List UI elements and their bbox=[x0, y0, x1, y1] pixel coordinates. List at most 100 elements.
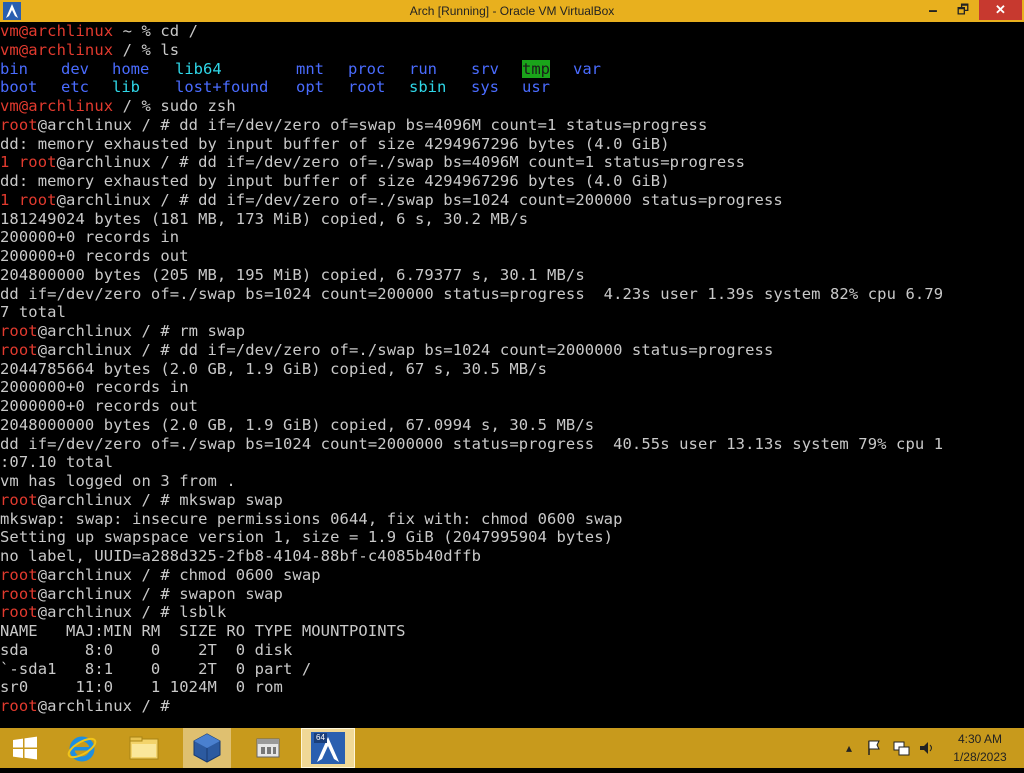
restore-button[interactable]: 🗗 bbox=[950, 0, 976, 20]
command-text: ~ % cd / bbox=[113, 22, 199, 40]
prompt-user: root bbox=[0, 603, 38, 622]
arch-64-badge: 64 bbox=[314, 733, 327, 743]
clock-date: 1/28/2023 bbox=[953, 750, 1007, 764]
dir-entry: sys bbox=[471, 78, 499, 97]
prompt-user: root bbox=[0, 115, 38, 134]
command-text: @archlinux / # dd if=/dev/zero of=./swap… bbox=[37, 340, 774, 359]
network-button[interactable] bbox=[893, 738, 911, 758]
dir-entry: lib64 bbox=[175, 59, 222, 78]
dir-entry: bin bbox=[0, 59, 28, 78]
prompt-user: vm@archlinux bbox=[0, 22, 114, 40]
terminal-line: vm@archlinux / % ls bbox=[0, 41, 1024, 60]
command-input[interactable]: @archlinux / # bbox=[38, 697, 179, 715]
window-titlebar[interactable]: Arch [Running] - Oracle VM VirtualBox 🗕 … bbox=[0, 0, 1024, 22]
output-line: 200000+0 records out bbox=[0, 247, 189, 265]
file-explorer-icon bbox=[129, 736, 159, 760]
output-line: sda 8:0 0 2T 0 disk bbox=[0, 640, 293, 659]
action-center-flag-icon bbox=[868, 740, 880, 755]
dir-entry: lost+found bbox=[175, 78, 269, 97]
dir-entry: boot bbox=[0, 78, 38, 97]
prompt-user: root bbox=[0, 565, 38, 584]
dir-entry-highlighted: tmp bbox=[522, 59, 550, 79]
close-icon: ✕ bbox=[995, 2, 1006, 17]
command-text: @archlinux / # dd if=/dev/zero of=./swap… bbox=[56, 190, 783, 209]
close-button[interactable]: ✕ bbox=[979, 0, 1022, 20]
system-clock[interactable]: 4:30 AM 1/28/2023 bbox=[944, 730, 1016, 766]
output-line: NAME MAJ:MIN RM SIZE RO TYPE MOUNTPOINTS bbox=[0, 622, 406, 640]
output-line: 2000000+0 records out bbox=[0, 397, 199, 415]
prompt-user: root bbox=[0, 584, 38, 603]
app-button[interactable] bbox=[244, 728, 292, 768]
output-line: vm has logged on 3 from . bbox=[0, 472, 236, 490]
action-center-button[interactable] bbox=[867, 738, 881, 758]
output-line: 200000+0 records in bbox=[0, 228, 180, 247]
terminal-line: root@archlinux / # mkswap swap bbox=[0, 491, 1024, 510]
output-line: 181249024 bytes (181 MB, 173 MiB) copied… bbox=[0, 209, 529, 228]
volume-button[interactable] bbox=[918, 738, 936, 758]
command-text: @archlinux / # chmod 0600 swap bbox=[37, 565, 321, 584]
command-text: @archlinux / # dd if=/dev/zero of=./swap… bbox=[56, 153, 746, 172]
output-line: 2044785664 bytes (2.0 GB, 1.9 GiB) copie… bbox=[0, 359, 548, 378]
command-text: / % sudo zsh bbox=[113, 97, 236, 115]
prompt-user: vm@archlinux bbox=[0, 40, 114, 59]
terminal-line: 1 root@archlinux / # dd if=/dev/zero of=… bbox=[0, 191, 1024, 210]
terminal-line: root@archlinux / # swapon swap bbox=[0, 585, 1024, 604]
dir-entry: lib bbox=[112, 78, 140, 97]
internet-explorer-button[interactable] bbox=[62, 728, 102, 768]
prompt-user: 1 root bbox=[0, 190, 57, 209]
terminal-line: root@archlinux / # rm swap bbox=[0, 322, 1024, 341]
show-hidden-icons-button[interactable]: ▴ bbox=[846, 738, 852, 758]
output-line: :07.10 total bbox=[0, 453, 114, 472]
window-title: Arch [Running] - Oracle VM VirtualBox bbox=[409, 4, 615, 18]
terminal-screen[interactable]: vm@archlinux ~ % cd / vm@archlinux / % l… bbox=[0, 22, 1024, 727]
prompt-user: root bbox=[0, 322, 38, 340]
virtualbox-button[interactable] bbox=[183, 728, 231, 768]
output-line: dd: memory exhausted by input buffer of … bbox=[0, 172, 670, 190]
command-text: / % ls bbox=[113, 40, 180, 59]
dir-entry: var bbox=[573, 59, 601, 78]
dir-entry: srv bbox=[471, 59, 499, 78]
command-text: @archlinux / # mkswap swap bbox=[37, 490, 283, 509]
internet-explorer-icon bbox=[67, 736, 97, 762]
dir-entry: etc bbox=[61, 78, 89, 97]
dir-entry: proc bbox=[348, 59, 386, 78]
network-icon bbox=[893, 741, 910, 756]
ls-output-row: boot etc lib lost+found opt root sbin sy… bbox=[0, 78, 1024, 97]
ls-output-row: bin dev home lib64 mnt proc run srv tmp … bbox=[0, 59, 1024, 79]
terminal-line: root@archlinux / # chmod 0600 swap bbox=[0, 566, 1024, 585]
command-text: @archlinux / # swapon swap bbox=[37, 584, 283, 603]
command-text: @archlinux / # lsblk bbox=[37, 603, 227, 622]
output-line: `-sda1 8:1 0 2T 0 part / bbox=[0, 659, 312, 678]
arch-vm-button[interactable]: 64 bbox=[301, 728, 355, 768]
output-line: 2000000+0 records in bbox=[0, 378, 189, 397]
output-line: Setting up swapspace version 1, size = 1… bbox=[0, 528, 614, 547]
prompt-user: vm@archlinux bbox=[0, 97, 114, 115]
file-explorer-button[interactable] bbox=[122, 728, 166, 768]
dir-entry: home bbox=[112, 59, 150, 78]
dir-entry: mnt bbox=[296, 59, 324, 78]
terminal-line[interactable]: root@archlinux / # bbox=[0, 697, 1024, 716]
restore-icon: 🗗 bbox=[956, 2, 970, 17]
output-line: dd if=/dev/zero of=./swap bs=1024 count=… bbox=[0, 434, 944, 453]
dir-entry: root bbox=[348, 78, 386, 97]
output-line: no label, UUID=a288d325-2fb8-4104-88bf-c… bbox=[0, 547, 482, 565]
start-button[interactable] bbox=[8, 728, 42, 768]
clock-time: 4:30 AM bbox=[957, 732, 1003, 746]
prompt-user: root bbox=[0, 697, 38, 715]
output-line: 204800000 bytes (205 MB, 195 MiB) copied… bbox=[0, 265, 585, 284]
arch-linux-icon bbox=[311, 732, 345, 764]
minimize-icon: 🗕 bbox=[928, 2, 938, 17]
dir-entry: sbin bbox=[409, 78, 447, 97]
terminal-line: root@archlinux / # dd if=/dev/zero of=sw… bbox=[0, 116, 1024, 135]
virtualbox-icon bbox=[193, 733, 221, 763]
dir-entry: opt bbox=[296, 78, 324, 97]
show-hidden-icons-icon: ▴ bbox=[846, 741, 853, 755]
app-icon bbox=[256, 738, 280, 758]
output-line: 7 total bbox=[0, 303, 67, 322]
output-line: sr0 11:0 1 1024M 0 rom bbox=[0, 678, 283, 697]
output-line: dd: memory exhausted by input buffer of … bbox=[0, 134, 670, 153]
volume-icon bbox=[920, 742, 932, 754]
output-line: dd if=/dev/zero of=./swap bs=1024 count=… bbox=[0, 284, 944, 303]
prompt-user: root bbox=[0, 340, 38, 359]
minimize-button[interactable]: 🗕 bbox=[920, 0, 946, 20]
